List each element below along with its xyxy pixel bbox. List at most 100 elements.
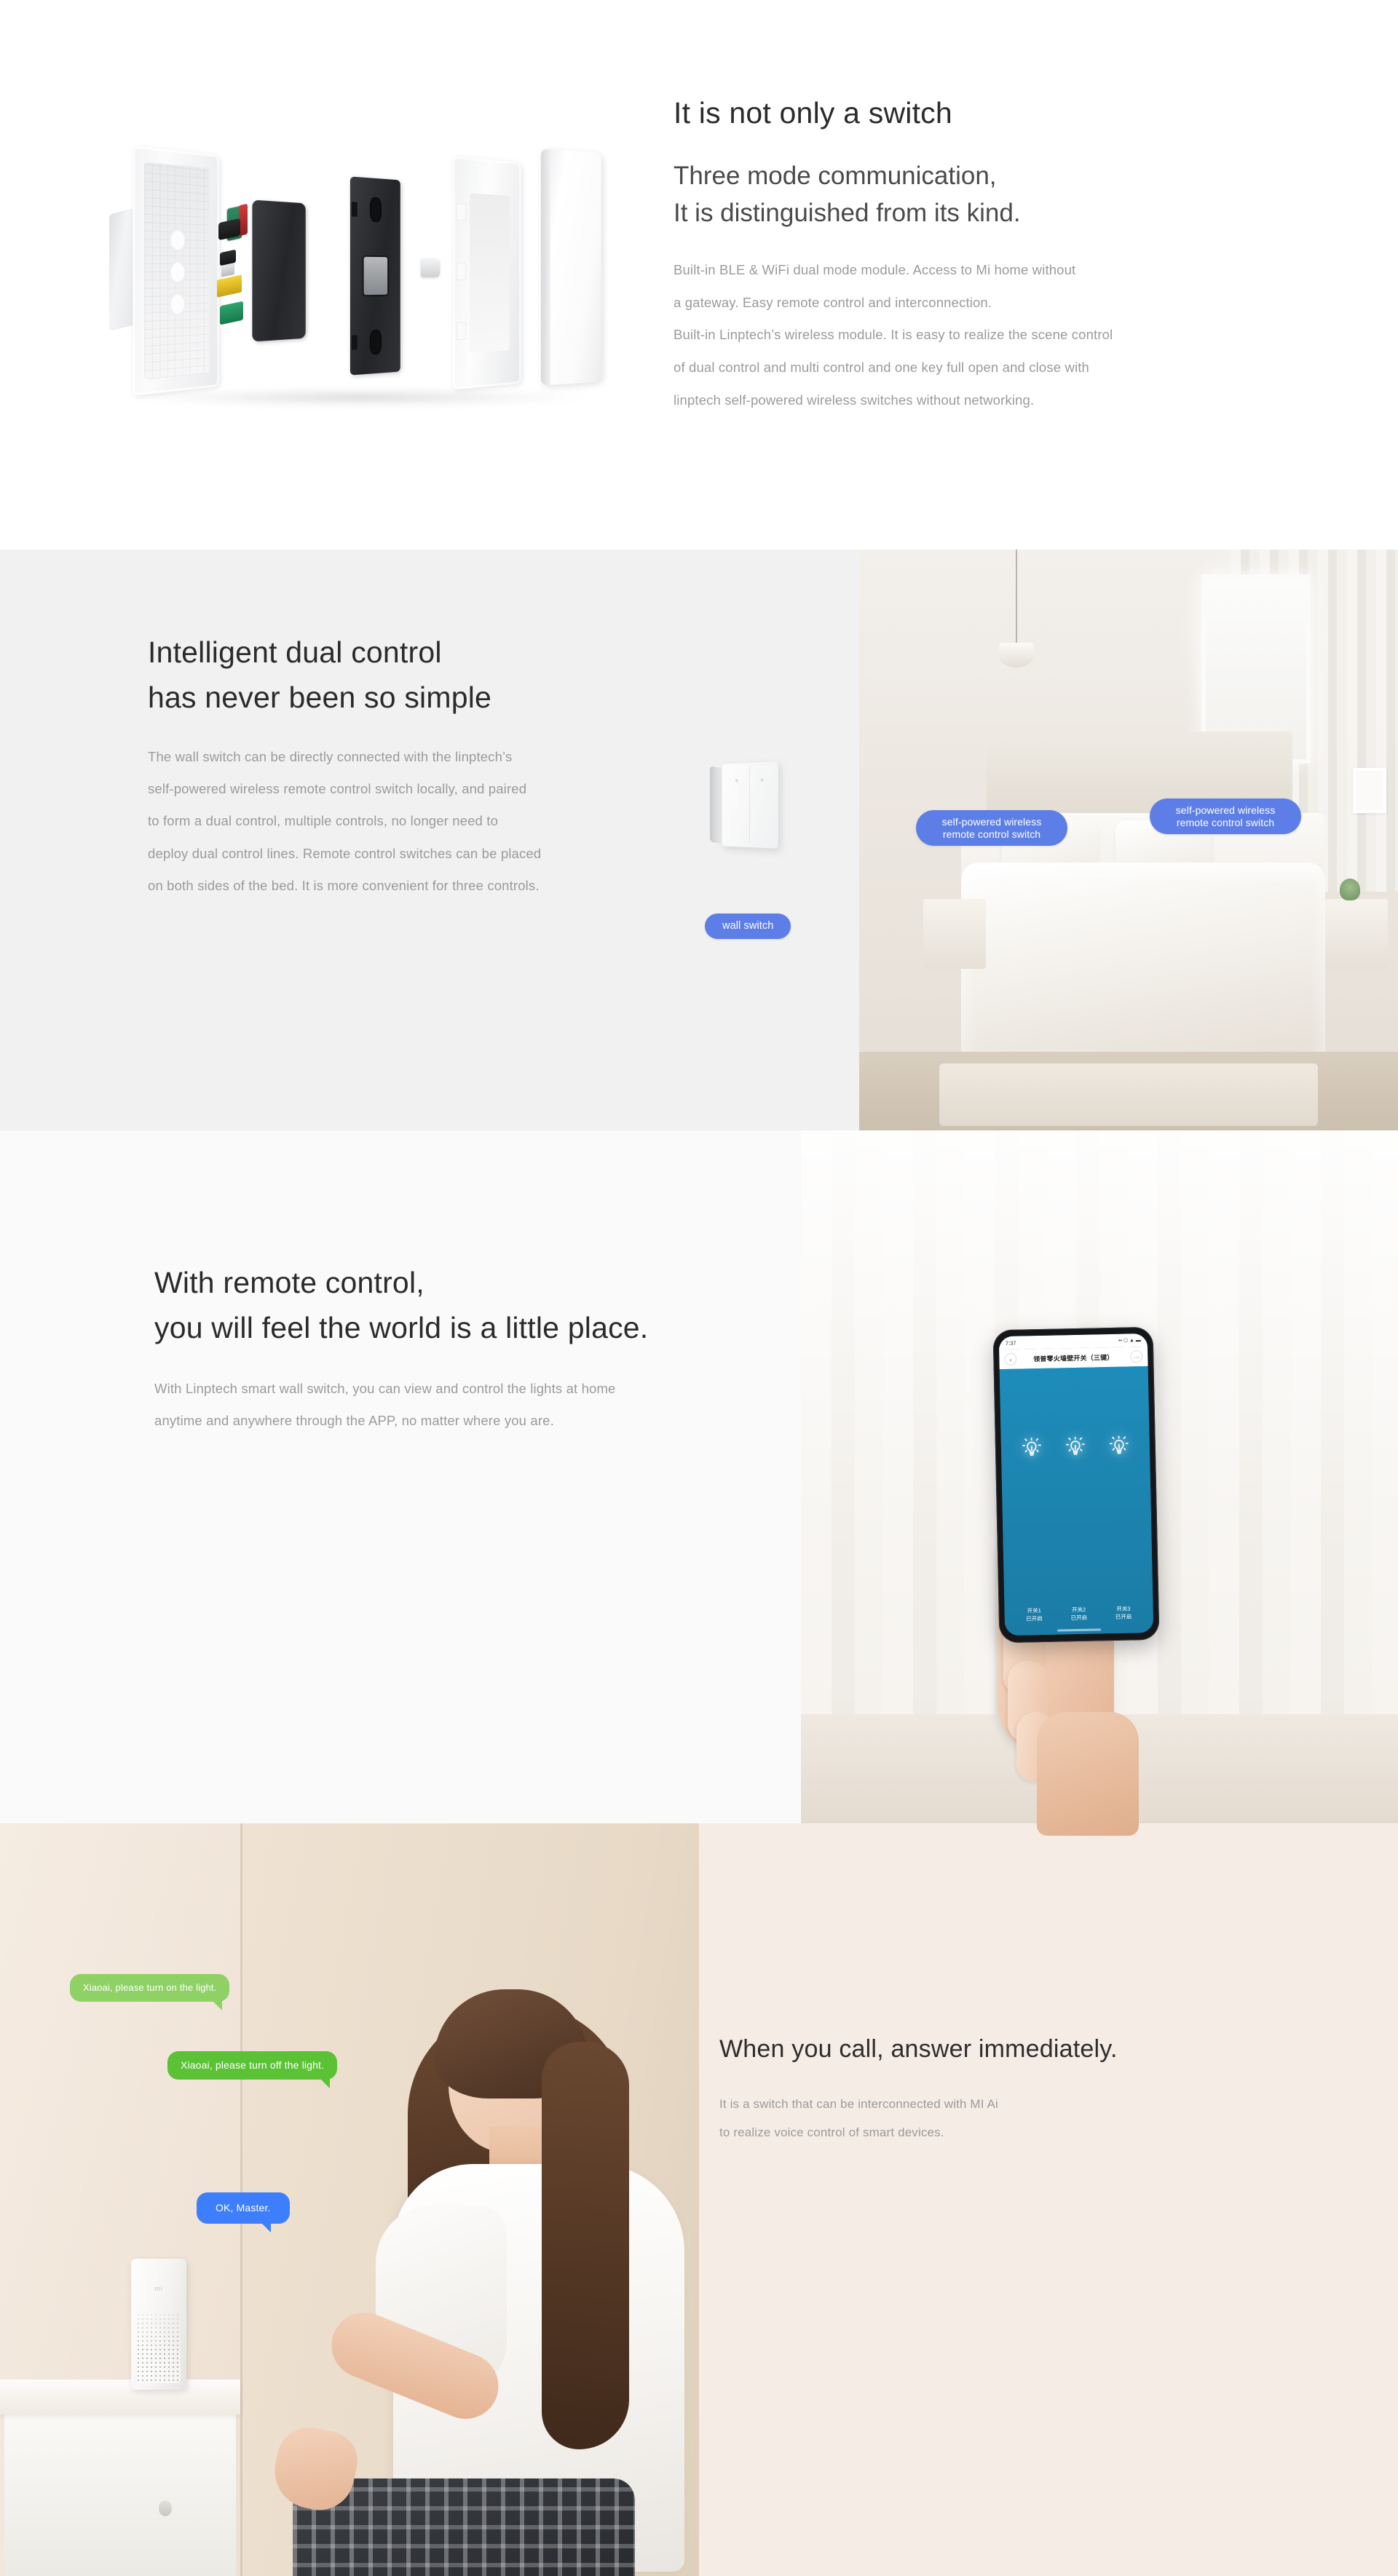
housing-recess bbox=[470, 193, 510, 353]
section2-title: Intelligent dual control has never been … bbox=[148, 630, 701, 721]
switch-part-metal-frame bbox=[350, 176, 400, 376]
switch-part-housing bbox=[452, 156, 521, 390]
pcb-component-white bbox=[221, 263, 234, 277]
frame-notch bbox=[351, 202, 358, 217]
section1-body-line1: Built-in BLE & WiFi dual mode module. Ac… bbox=[674, 261, 1076, 277]
section3-title-line1: With remote control, bbox=[154, 1266, 424, 1299]
switch-part-pcb bbox=[252, 199, 306, 342]
faceplate-side-edge bbox=[540, 148, 550, 386]
label-remote-control-switch-left: self-powered wireless remote control swi… bbox=[916, 810, 1067, 847]
status-time: 7:37 bbox=[1005, 1339, 1016, 1347]
section1-body-line4: of dual control and multi control and on… bbox=[674, 360, 1089, 376]
section3-body-line1: With Linptech smart wall switch, you can… bbox=[154, 1380, 616, 1396]
frame-notch bbox=[351, 335, 358, 350]
smartphone-mockup: 7:37 •• ⬡ ▲ ▬ ‹ 领普零火墙壁开关（三键） ··· 开关1 已开启… bbox=[992, 1326, 1160, 1644]
remote-control-copy: With remote control, you will feel the w… bbox=[154, 1260, 810, 1438]
switch-state-3: 已开启 bbox=[1115, 1613, 1132, 1621]
housing-tab bbox=[456, 202, 467, 221]
switch-label-2: 开关2 已开启 bbox=[1070, 1606, 1087, 1622]
label-wall-switch: wall switch bbox=[705, 914, 791, 940]
app-content: 开关1 已开启 开关2 已开启 开关3 已开启 bbox=[999, 1366, 1154, 1636]
voice-scene-image: mi bbox=[0, 1823, 699, 2576]
app-title: 领普零火墙壁开关（三键） bbox=[1033, 1353, 1114, 1363]
housing-tab bbox=[456, 262, 467, 281]
section1-body-line2: a gateway. Easy remote control and inter… bbox=[674, 294, 992, 310]
light-bulb-icon-1[interactable] bbox=[1019, 1435, 1045, 1461]
section3-body-line2: anytime and anywhere through the APP, no… bbox=[154, 1413, 554, 1429]
section2-title-line1: Intelligent dual control bbox=[148, 635, 442, 669]
status-icons: •• ⬡ ▲ ▬ bbox=[1118, 1338, 1141, 1344]
wall-switch-front-panel bbox=[722, 761, 778, 849]
app-nav-bar: ‹ 领普零火墙壁开关（三键） ··· bbox=[999, 1346, 1148, 1370]
back-box-hole bbox=[169, 229, 186, 252]
light-bulb-icon-3[interactable] bbox=[1107, 1433, 1132, 1459]
bulb-toggle-row bbox=[1001, 1433, 1150, 1461]
nightstand-right bbox=[1325, 899, 1388, 969]
section2-body-line2: self-powered wireless remote control swi… bbox=[148, 781, 527, 797]
switch-name-3: 开关3 bbox=[1116, 1605, 1131, 1613]
switch-part-faceplate bbox=[540, 148, 601, 386]
rug bbox=[939, 1063, 1318, 1126]
switch-part-back-box bbox=[133, 146, 220, 396]
switch-label-3: 开关3 已开启 bbox=[1115, 1606, 1132, 1622]
switch-intro-copy: It is not only a switch Three mode commu… bbox=[674, 93, 1307, 417]
more-options-icon[interactable]: ··· bbox=[1130, 1350, 1143, 1363]
section1-body-line3: Built-in Linptech’s wireless module. It … bbox=[674, 327, 1113, 343]
product-shadow bbox=[135, 388, 586, 407]
switch-state-2: 已开启 bbox=[1070, 1614, 1088, 1622]
pcb-capacitor-yellow bbox=[217, 274, 242, 298]
section3-body: With Linptech smart wall switch, you can… bbox=[154, 1373, 810, 1438]
section4-body-line2: to realize voice control of smart device… bbox=[719, 2125, 944, 2139]
section2-title-line2: has never been so simple bbox=[148, 681, 492, 715]
housing-tab bbox=[456, 322, 467, 341]
section4-body: It is a switch that can be interconnecte… bbox=[719, 2090, 1273, 2147]
back-icon[interactable]: ‹ bbox=[1004, 1352, 1017, 1366]
chat-bubble-turn-off: Xiaoai, please turn off the light. bbox=[167, 2051, 338, 2088]
switch-part-peg bbox=[421, 258, 440, 277]
phone-screen: 7:37 •• ⬡ ▲ ▬ ‹ 领普零火墙壁开关（三键） ··· 开关1 已开启… bbox=[998, 1333, 1154, 1636]
section4-body-line1: It is a switch that can be interconnecte… bbox=[719, 2096, 998, 2111]
section1-subtitle: Three mode communication, It is distingu… bbox=[674, 158, 1307, 232]
section1-body: Built-in BLE & WiFi dual mode module. Ac… bbox=[674, 254, 1307, 417]
wall-switch-product-render bbox=[710, 761, 780, 849]
chat-bubble-turn-on: Xiaoai, please turn on the light. bbox=[70, 1974, 230, 2010]
mi-logo: mi bbox=[154, 2285, 163, 2292]
frame-relay-module bbox=[363, 256, 388, 296]
frame-screw-slot bbox=[369, 197, 382, 223]
section2-body-line4: deploy dual control lines. Remote contro… bbox=[148, 845, 542, 861]
section-switch-intro: It is not only a switch Three mode commu… bbox=[0, 0, 1398, 550]
section1-title: It is not only a switch bbox=[674, 96, 952, 130]
scene-cabinet bbox=[4, 2414, 236, 2576]
pill-left-line1: self-powered wireless bbox=[941, 816, 1042, 828]
wall-switch-indicator-dot bbox=[735, 779, 738, 782]
exploded-switch-illustration bbox=[109, 135, 604, 411]
pendant-lamp-cord bbox=[1016, 550, 1017, 646]
section2-body-line5: on both sides of the bed. It is more con… bbox=[148, 878, 540, 894]
switch-state-1: 已开启 bbox=[1026, 1615, 1043, 1622]
section3-title-line2: you will feel the world is a little plac… bbox=[154, 1311, 649, 1345]
pill-right-line2: remote control switch bbox=[1176, 816, 1275, 828]
section3-title: With remote control, you will feel the w… bbox=[154, 1260, 810, 1351]
wall-art bbox=[1353, 768, 1386, 813]
nightstand-left bbox=[923, 899, 986, 969]
section2-body: The wall switch can be directly connecte… bbox=[148, 741, 687, 903]
pendant-lamp bbox=[999, 643, 1034, 667]
speaker-grill bbox=[137, 2313, 181, 2383]
woman-hair-side bbox=[542, 2042, 629, 2449]
light-bulb-icon-2[interactable] bbox=[1063, 1435, 1089, 1460]
voice-control-copy: When you call, answer immediately. It is… bbox=[719, 2033, 1273, 2147]
home-indicator bbox=[1057, 1628, 1102, 1632]
switch-label-1: 开关1 已开启 bbox=[1026, 1607, 1043, 1623]
label-remote-control-switch-right: self-powered wireless remote control swi… bbox=[1150, 798, 1301, 835]
section1-subtitle-line1: Three mode communication, bbox=[674, 162, 997, 191]
wall-switch-side-edge bbox=[710, 766, 723, 844]
potted-plant bbox=[1340, 879, 1360, 900]
duvet bbox=[961, 863, 1325, 1053]
switch-label-row: 开关1 已开启 开关2 已开启 开关3 已开启 bbox=[1005, 1605, 1153, 1624]
mi-ai-speaker: mi bbox=[131, 2259, 186, 2390]
wall-switch-indicator-dot bbox=[760, 778, 764, 782]
section1-subtitle-line2: It is distinguished from its kind. bbox=[674, 199, 1021, 228]
section2-body-line3: to form a dual control, multiple control… bbox=[148, 813, 499, 829]
switch-name-2: 开关2 bbox=[1071, 1606, 1086, 1614]
frame-screw-slot bbox=[369, 329, 382, 355]
